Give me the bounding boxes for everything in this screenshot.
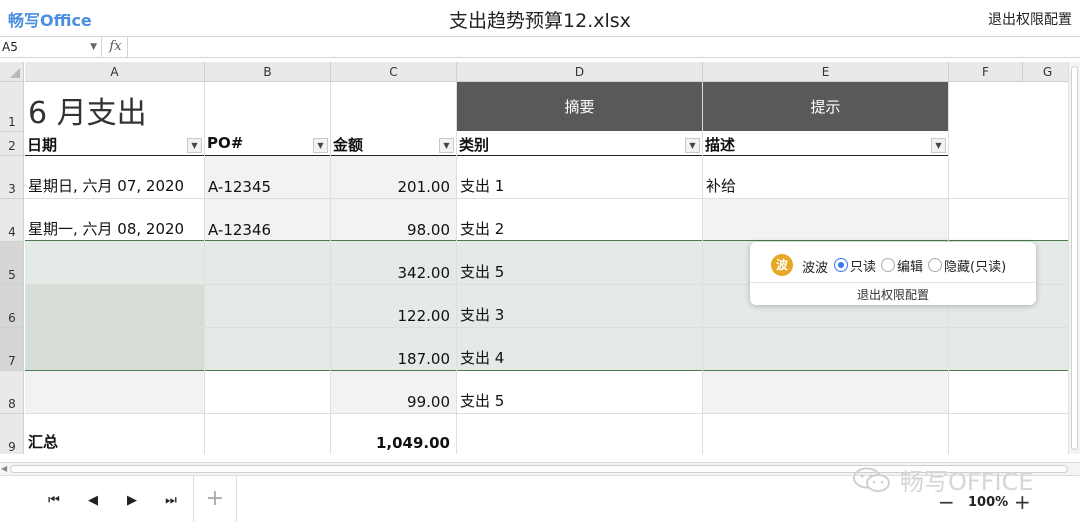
row-header-6[interactable]: 6 xyxy=(0,285,24,328)
cell-amount[interactable]: 122.00 xyxy=(331,285,456,327)
cell-category[interactable]: 支出 5 xyxy=(457,242,702,284)
field-header-date[interactable]: 日期 xyxy=(25,134,204,156)
cell-shade xyxy=(703,370,949,413)
watermark-text: 畅写OFFICE xyxy=(900,468,1034,496)
cell-amount[interactable]: 342.00 xyxy=(331,242,456,284)
cell-amount[interactable]: 98.00 xyxy=(331,199,456,241)
row-number: 2 xyxy=(8,139,16,153)
cell-amount[interactable]: 99.00 xyxy=(331,371,456,413)
cell-category[interactable]: 支出 3 xyxy=(457,285,702,327)
chevron-down-icon[interactable]: ▼ xyxy=(90,37,97,57)
sheet-title[interactable]: 6 月支出 xyxy=(25,88,445,132)
row-number: 3 xyxy=(8,182,16,196)
field-label: PO# xyxy=(207,134,244,152)
cell-date[interactable]: 星期一, 六月 08, 2020 xyxy=(25,199,204,241)
column-header-a[interactable]: A xyxy=(25,62,205,82)
last-sheet-icon[interactable]: ⏭ xyxy=(160,493,182,508)
row-header-7[interactable]: 7 xyxy=(0,328,24,371)
cell-po[interactable]: A-12345 xyxy=(205,156,330,198)
divider xyxy=(750,282,1036,283)
row-header-8[interactable]: 8 xyxy=(0,371,24,414)
radio-read-only[interactable] xyxy=(834,258,848,272)
row-header-9[interactable]: 9 xyxy=(0,414,24,454)
row-header-3[interactable]: 3 xyxy=(0,156,24,199)
row-number: 9 xyxy=(8,440,16,454)
row-number: 8 xyxy=(8,397,16,411)
column-header-c[interactable]: C xyxy=(331,62,457,82)
cell-category[interactable]: 支出 2 xyxy=(457,199,702,241)
row-number: 5 xyxy=(8,268,16,282)
user-name: 波波 xyxy=(802,261,829,276)
row-number: 1 xyxy=(8,115,16,129)
cell-amount[interactable]: 187.00 xyxy=(331,328,456,370)
add-sheet-button[interactable]: + xyxy=(193,476,237,522)
title-bar: 畅写Office 支出趋势预算12.xlsx 退出权限配置 xyxy=(0,0,1080,36)
name-box[interactable]: A5 ▼ xyxy=(0,37,102,57)
name-box-value: A5 xyxy=(2,40,18,54)
field-header-description[interactable]: 描述 xyxy=(703,134,948,156)
previous-sheet-icon[interactable]: ◀ xyxy=(82,493,104,508)
field-label: 描述 xyxy=(705,136,736,154)
permission-popup: 波 波波 只读 编辑 隐藏(只读) 退出权限配置 xyxy=(750,242,1036,305)
radio-hidden[interactable] xyxy=(928,258,942,272)
total-label[interactable]: 汇总 xyxy=(25,414,204,454)
header-hint[interactable]: 提示 xyxy=(703,82,948,131)
column-header-f[interactable]: F xyxy=(949,62,1023,82)
column-header-d[interactable]: D xyxy=(457,62,703,82)
column-header-b[interactable]: B xyxy=(205,62,331,82)
column-header-g[interactable]: G xyxy=(1023,62,1068,82)
row-header-5[interactable]: 5 xyxy=(0,242,24,285)
cell-amount[interactable]: 201.00 xyxy=(331,156,456,198)
popup-exit-permissions-button[interactable]: 退出权限配置 xyxy=(750,286,1036,303)
radio-label-edit[interactable]: 编辑 xyxy=(897,256,923,275)
row-number: 7 xyxy=(8,354,16,368)
document-title: 支出趋势预算12.xlsx xyxy=(449,10,631,32)
radio-edit[interactable] xyxy=(881,258,895,272)
filter-dropdown-icon[interactable]: ▼ xyxy=(313,138,328,153)
cell-shade xyxy=(25,370,204,413)
row-header-1[interactable]: 1 xyxy=(0,82,24,132)
field-label: 日期 xyxy=(27,136,58,154)
cell-po[interactable]: A-12346 xyxy=(205,199,330,241)
wechat-icon xyxy=(853,467,890,492)
filter-dropdown-icon[interactable]: ▼ xyxy=(187,138,202,153)
exit-permissions-button[interactable]: 退出权限配置 xyxy=(988,9,1072,29)
function-icon[interactable]: fx xyxy=(104,37,128,57)
field-header-amount[interactable]: 金额 xyxy=(331,134,456,156)
watermark: 畅写OFFICE xyxy=(852,462,1034,497)
radio-label-read-only[interactable]: 只读 xyxy=(850,256,876,275)
cell-description[interactable]: 补给 xyxy=(703,156,948,198)
field-header-po[interactable]: PO# xyxy=(205,134,330,156)
header-summary[interactable]: 摘要 xyxy=(457,82,702,131)
row-header-4[interactable]: 4 xyxy=(0,199,24,242)
field-header-category[interactable]: 类别 xyxy=(457,134,702,156)
row-header-2[interactable]: 2 xyxy=(0,132,24,156)
first-sheet-icon[interactable]: ⏮ xyxy=(43,493,65,508)
total-value[interactable]: 1,049.00 xyxy=(331,414,456,454)
avatar: 波 xyxy=(771,254,793,276)
field-label: 金额 xyxy=(333,136,364,154)
filter-dropdown-icon[interactable]: ▼ xyxy=(439,138,454,153)
zoom-level: 100% xyxy=(968,495,1009,510)
radio-label-hidden[interactable]: 隐藏(只读) xyxy=(944,256,1006,275)
row-number: 4 xyxy=(8,225,16,239)
select-all-corner[interactable] xyxy=(0,62,24,82)
formula-bar: A5 ▼ fx xyxy=(0,36,1080,58)
row-number: 6 xyxy=(8,311,16,325)
filter-dropdown-icon[interactable]: ▼ xyxy=(931,138,946,153)
filter-dropdown-icon[interactable]: ▼ xyxy=(685,138,700,153)
next-sheet-icon[interactable]: ▶ xyxy=(121,493,143,508)
cell-shade xyxy=(703,198,949,241)
scroll-left-icon[interactable]: ◀ xyxy=(1,464,7,473)
cell-category[interactable]: 支出 1 xyxy=(457,156,702,198)
formula-input[interactable] xyxy=(130,37,1080,57)
field-label: 类别 xyxy=(459,136,490,154)
vertical-scroll-thumb[interactable] xyxy=(1071,66,1078,450)
cell-category[interactable]: 支出 4 xyxy=(457,328,702,370)
vertical-scrollbar[interactable] xyxy=(1068,62,1080,454)
cell-category[interactable]: 支出 5 xyxy=(457,371,702,413)
column-header-e[interactable]: E xyxy=(703,62,949,82)
cell-date[interactable]: 星期日, 六月 07, 2020 xyxy=(25,156,204,198)
